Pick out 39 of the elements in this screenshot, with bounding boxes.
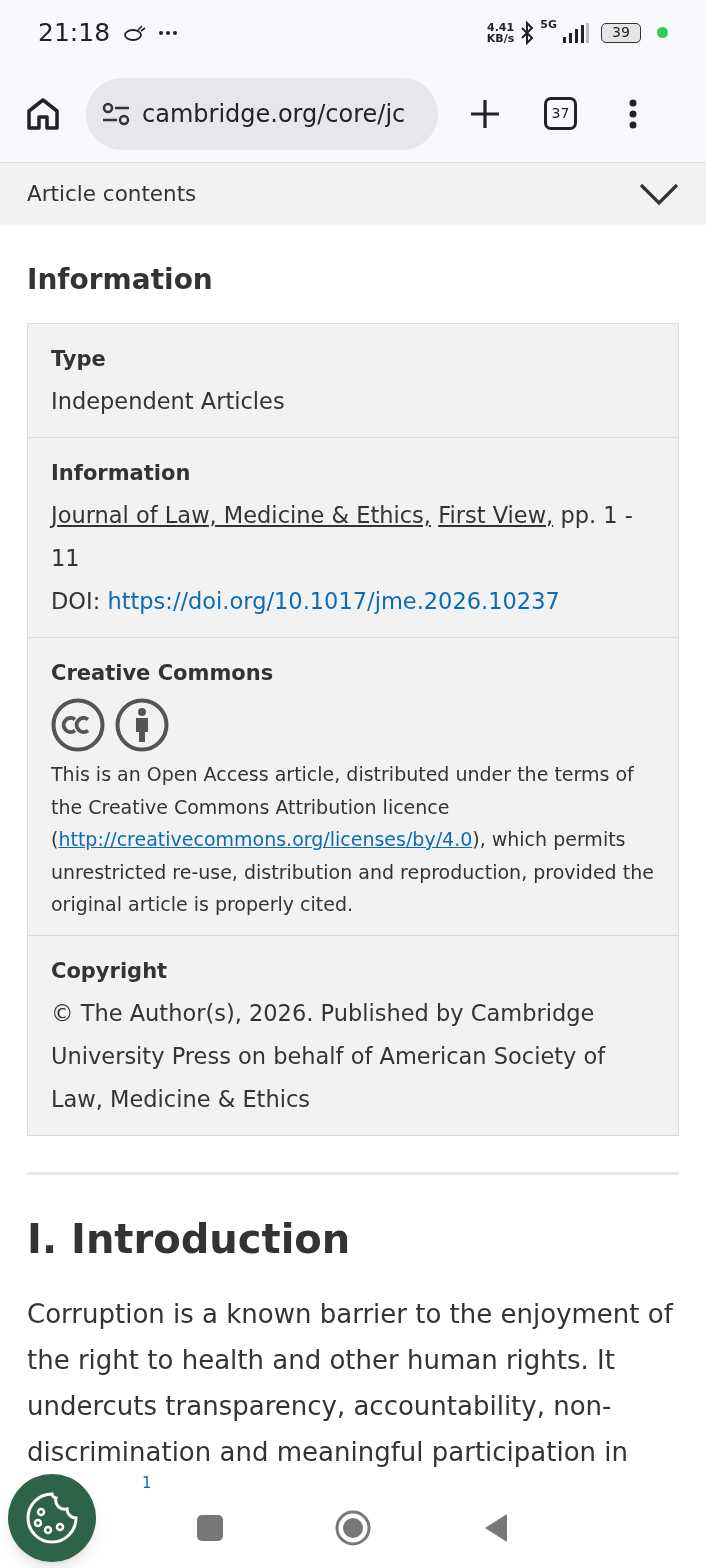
field-value: © The Author(s), 2026. Published by Cambridge University Press on behalf of American Society of Law, Medicine & Ethics [51, 998, 607, 1114]
creative-commons-icon [51, 698, 105, 752]
home-icon[interactable] [26, 97, 60, 130]
doi-link[interactable]: https://doi.org/10.1017/jme.2026.10237 [107, 588, 560, 614]
cookie-icon [24, 1490, 80, 1546]
recents-button[interactable] [197, 1515, 223, 1541]
network-speed-unit: KB/s [486, 32, 515, 44]
field-label: Type [51, 346, 107, 373]
license-link[interactable]: http://creativecommons.org/licenses/by/4.0 [58, 828, 473, 850]
field-value: Independent Articles [51, 387, 286, 416]
more-notifications-icon [158, 29, 179, 36]
network-speed: 4.41 [487, 21, 515, 33]
section-heading: I. Introduction [27, 1214, 352, 1264]
more-menu-icon[interactable] [629, 98, 637, 129]
bluetooth-icon [520, 20, 535, 45]
article-contents-bar[interactable]: Article contents [0, 163, 706, 225]
issue-link[interactable]: First View, [438, 502, 554, 528]
clock-time: 21:18 [38, 16, 111, 49]
body-paragraph: Corruption is a known barrier to the enjoyment of the right to health and other human rights. It undercuts transparency, accountability, non-discrimination and meaningful participation in [27, 1297, 675, 1469]
battery-indicator: 39 [601, 22, 641, 43]
field-label: Copyright [51, 957, 169, 985]
attribution-person-icon [115, 698, 169, 752]
back-icon[interactable] [483, 1513, 509, 1543]
url-text: cambridge.org/core/jc [142, 98, 406, 130]
site-settings-icon[interactable] [102, 101, 130, 126]
home-button-icon[interactable] [335, 1510, 371, 1546]
new-tab-icon[interactable] [470, 98, 500, 129]
field-label: Creative Commons [51, 660, 275, 687]
section-title: Information [27, 262, 214, 298]
journal-link[interactable]: Journal of Law, Medicine & Ethics, [51, 502, 431, 528]
network-type: 5G [540, 16, 557, 33]
license-text: This is an Open Access article, distributed under the terms of the Creative Commons Attribution licence (http://creativecommons.org/licenses/by/4.0), which permits unrestricted re-use, distribution and reproduction, provided the original article is properly cited. [51, 762, 655, 917]
doi-text: DOI: https://doi.org/10.1017/jme.2026.10237 [51, 587, 561, 616]
address-bar[interactable]: cambridge.org/core/jc [86, 77, 438, 150]
citation-text: Journal of Law, Medicine & Ethics, First View, pp. 1 - 11 [51, 501, 634, 573]
signal-icon [563, 22, 589, 43]
footnote-link[interactable]: 1 [142, 1474, 679, 1488]
field-label: Information [51, 460, 192, 487]
tab-count-button[interactable]: 37 [544, 97, 577, 130]
